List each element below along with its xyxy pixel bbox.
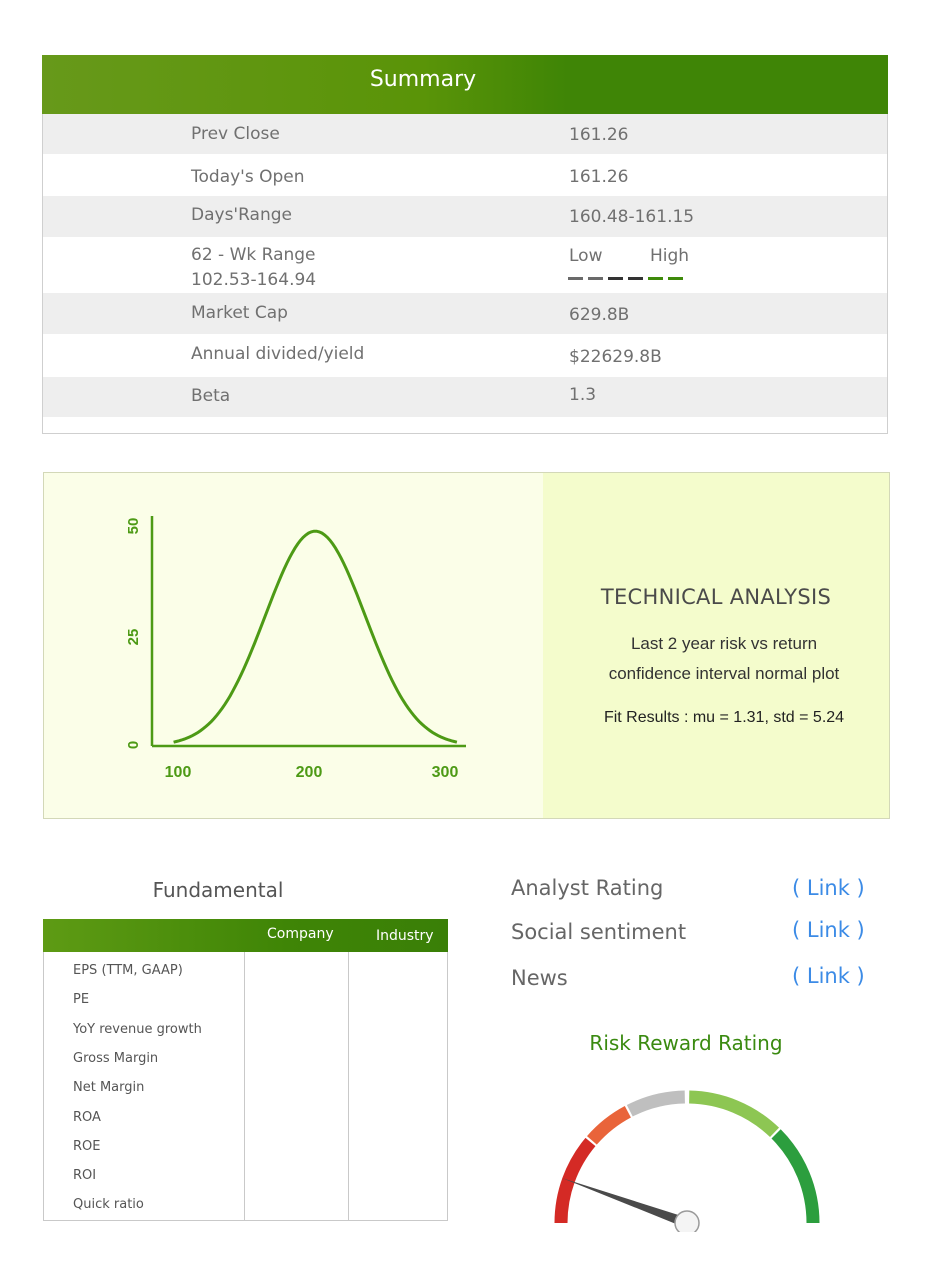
- social-sentiment-link[interactable]: ( Link ): [792, 918, 865, 942]
- range-bar-segment: [668, 277, 683, 280]
- fundamental-row-label: Gross Margin: [73, 1051, 159, 1066]
- x-tick-label: 300: [432, 764, 459, 781]
- gauge-segment-gray: [626, 1090, 686, 1117]
- fundamental-title: Fundamental: [152, 878, 284, 902]
- x-tick-label: 200: [296, 764, 323, 781]
- fundamental-table-header: Company Industry: [43, 919, 448, 952]
- summary-title: Summary: [369, 67, 477, 92]
- summary-row-market-cap: Market Cap 629.8B: [43, 293, 887, 334]
- range-bar-segment: [648, 277, 663, 280]
- row-label: Today's Open: [191, 167, 305, 187]
- row-value: 161.26: [569, 167, 629, 187]
- fundamental-row-label: EPS (TTM, GAAP): [73, 963, 183, 978]
- row-label: Days'Range: [191, 205, 292, 225]
- risk-reward-title: Risk Reward Rating: [589, 1031, 783, 1055]
- row-label: Prev Close: [191, 124, 280, 144]
- fundamental-row-label: ROE: [73, 1139, 101, 1154]
- fit-results: Fit Results : mu = 1.31, std = 5.24: [603, 709, 845, 726]
- gauge-needle: [561, 1177, 689, 1228]
- fundamental-row-label: Net Margin: [73, 1080, 145, 1095]
- fundamental-row-label: ROI: [73, 1168, 97, 1183]
- row-value: 160.48-161.15: [569, 207, 695, 227]
- column-company: Company: [267, 926, 334, 942]
- technical-line-2: confidence interval normal plot: [608, 664, 840, 683]
- summary-row-beta: Beta 1.3: [43, 377, 887, 417]
- summary-row-todays-open: Today's Open 161.26: [43, 154, 887, 196]
- analyst-rating-link[interactable]: ( Link ): [792, 876, 865, 900]
- range-bar-segment: [628, 277, 643, 280]
- row-value: 1.3: [569, 385, 597, 405]
- gauge-segment-lightgreen: [688, 1090, 780, 1138]
- row-value: 629.8B: [569, 305, 630, 325]
- summary-row-prev-close: Prev Close 161.26: [43, 114, 887, 154]
- range-bar-segment: [568, 277, 583, 280]
- gauge-segment-green: [771, 1129, 820, 1224]
- range-bar-segment: [588, 277, 603, 280]
- row-label: 62 - Wk Range: [191, 245, 316, 265]
- y-tick-label: 25: [125, 629, 142, 646]
- x-tick-label: 100: [165, 764, 192, 781]
- row-label: Beta: [191, 386, 231, 406]
- fundamental-row-label: YoY revenue growth: [73, 1022, 202, 1037]
- technical-analysis-panel: 100 200 300 0 25 50 TECHNICAL ANALYSIS Last 2…: [43, 472, 890, 819]
- fundamental-row-label: Quick ratio: [73, 1197, 144, 1212]
- row-label: Annual divided/yield: [191, 344, 365, 364]
- row-sublabel: 102.53-164.94: [191, 270, 317, 290]
- gauge-segment-orange: [587, 1106, 632, 1145]
- summary-row-days-range: Days'Range 160.48-161.15: [43, 196, 887, 237]
- row-value: 161.26: [569, 125, 629, 145]
- technical-line-1: Last 2 year risk vs return: [630, 634, 818, 653]
- fundamental-row-label: ROA: [73, 1110, 101, 1125]
- y-tick-label: 50: [125, 518, 142, 535]
- summary-header: Summary: [42, 55, 888, 114]
- fundamental-table: Company Industry EPS (TTM, GAAP) PE YoY …: [43, 919, 448, 1221]
- fundamental-row-label: PE: [73, 992, 90, 1007]
- summary-panel: Summary Prev Close 161.26 Today's Open 1…: [42, 55, 888, 434]
- technical-analysis-info: TECHNICAL ANALYSIS Last 2 year risk vs r…: [543, 473, 889, 818]
- row-label: Market Cap: [191, 303, 288, 323]
- technical-analysis-title: TECHNICAL ANALYSIS: [600, 585, 832, 609]
- normal-distribution-chart: 100 200 300 0 25 50: [125, 516, 466, 781]
- gauge-needle-hub: [674, 1210, 700, 1232]
- column-divider: [244, 952, 245, 1220]
- summary-row-wk-range: 62 - Wk Range 102.53-164.94 Low High: [43, 237, 887, 293]
- summary-row-annual-yield: Annual divided/yield $22629.8B: [43, 334, 887, 377]
- news-link[interactable]: ( Link ): [792, 964, 865, 988]
- range-bar-segment: [608, 277, 623, 280]
- column-divider: [348, 952, 349, 1220]
- news-label: News: [511, 966, 568, 990]
- y-tick-label: 0: [125, 741, 142, 749]
- analyst-rating-label: Analyst Rating: [511, 876, 664, 900]
- social-sentiment-label: Social sentiment: [511, 920, 687, 944]
- range-low-label: Low: [569, 246, 603, 266]
- range-high-label: High: [650, 246, 690, 266]
- row-value: $22629.8B: [569, 347, 662, 367]
- risk-reward-gauge: [554, 1090, 820, 1232]
- column-industry: Industry: [376, 928, 434, 944]
- distribution-curve: [173, 529, 458, 744]
